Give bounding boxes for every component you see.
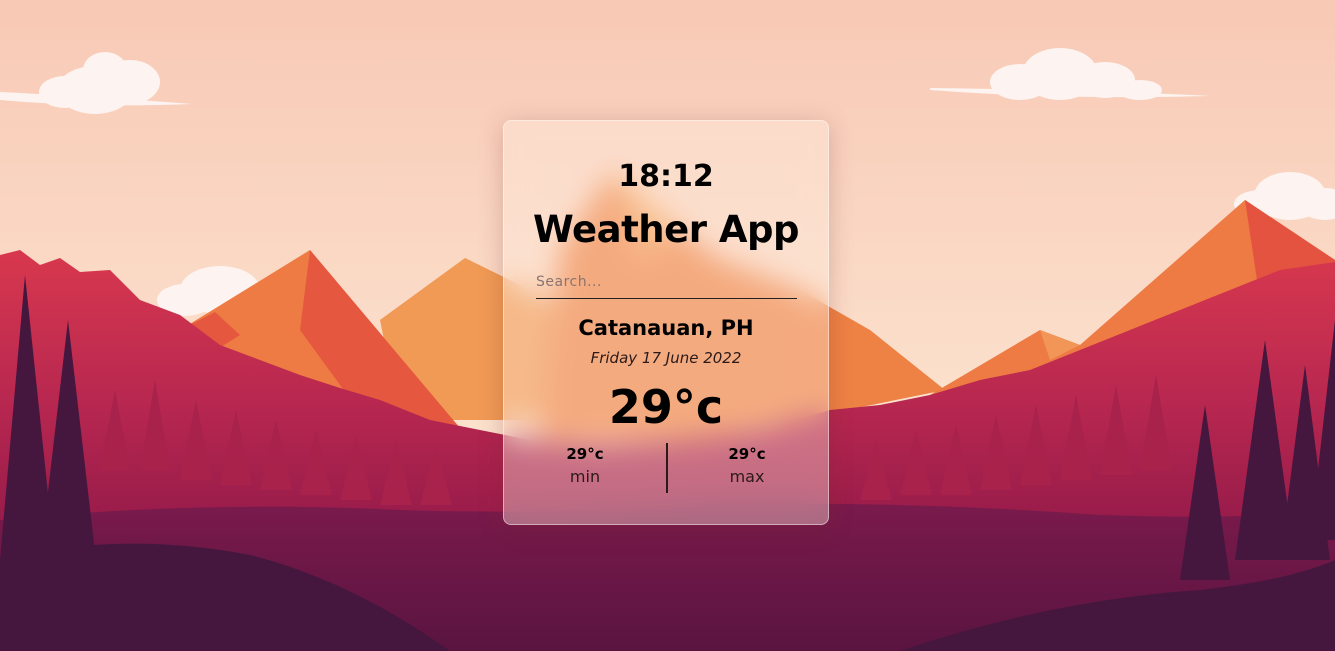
search-input[interactable] [536,266,797,299]
app-title: Weather App [533,208,799,251]
min-max-section: 29°c min 29°c max [504,443,828,493]
max-temperature-label: max [729,467,765,486]
min-temperature: 29°c min [525,443,645,489]
current-temperature: 29°c [608,380,724,434]
current-time: 18:12 [618,159,714,194]
min-temperature-value: 29°c [566,445,604,463]
max-temperature-value: 29°c [728,445,766,463]
min-temperature-label: min [569,467,601,486]
current-date: Friday 17 June 2022 [590,349,742,367]
min-max-divider [666,443,668,493]
max-temperature: 29°c max [687,443,807,489]
weather-card: 18:12 Weather App Catanauan, PH Friday 1… [503,120,829,525]
location-name: Catanauan, PH [578,316,754,340]
